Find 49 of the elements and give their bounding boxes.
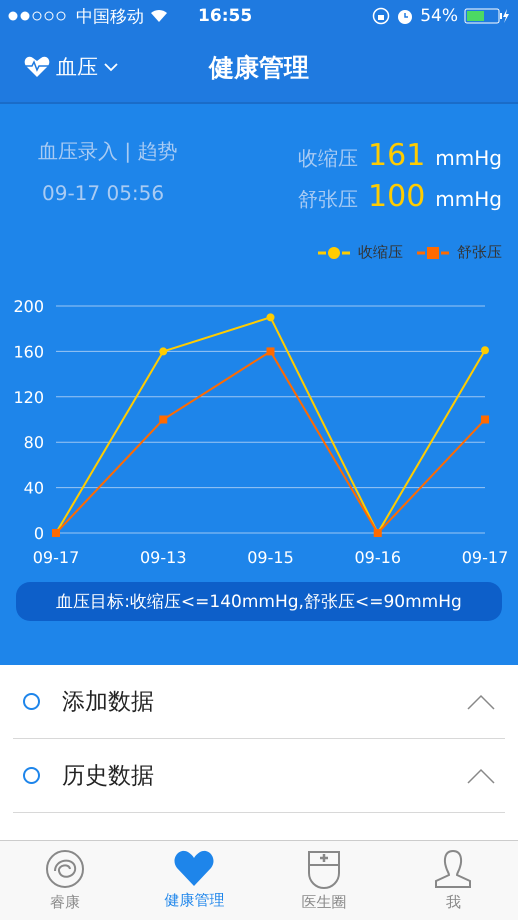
category-selector[interactable]: 血压 xyxy=(24,53,209,81)
axis-label: 200 xyxy=(13,297,44,316)
wifi-icon xyxy=(150,9,168,23)
circle-icon xyxy=(23,693,40,710)
alarm-clock-icon xyxy=(396,7,414,25)
heart-pulse-icon xyxy=(24,56,50,78)
axis-label: 09-16 xyxy=(354,548,401,567)
axis-label: 09-17 xyxy=(32,548,80,567)
swirl-icon xyxy=(44,849,85,889)
reading-label: 收缩压 xyxy=(298,145,358,172)
section-label: 添加数据 xyxy=(62,688,155,717)
tab-bar-item[interactable]: 健康管理 xyxy=(130,841,259,920)
chevron-down-icon xyxy=(104,62,118,72)
goal-banner: 血压目标:收缩压<=140mmHg,舒张压<=90mmHg xyxy=(16,582,502,621)
legend-label: 舒张压 xyxy=(457,243,502,262)
section-label: 历史数据 xyxy=(62,762,155,791)
tab-bar-item[interactable]: 睿康 xyxy=(0,841,130,920)
section-heading: 血压录入 | 趋势 xyxy=(38,138,178,165)
tab-bar-item[interactable]: 医生圈 xyxy=(259,841,388,920)
section-row[interactable]: 历史数据 xyxy=(13,739,505,813)
battery-percent: 54% xyxy=(420,6,458,26)
reading-value: 161 xyxy=(368,138,426,173)
legend-label: 收缩压 xyxy=(358,243,403,262)
axis-label: 120 xyxy=(13,388,44,407)
axis-label: 0 xyxy=(34,524,44,543)
reading-unit: mmHg xyxy=(435,187,502,211)
circle-icon xyxy=(23,767,40,784)
battery-charging-icon xyxy=(464,8,510,24)
section-row[interactable]: 添加数据 xyxy=(13,665,505,739)
axis-label: 09-13 xyxy=(140,548,186,567)
medical-kit-icon xyxy=(306,849,342,889)
reading-unit: mmHg xyxy=(435,146,502,170)
chevron-up-icon xyxy=(467,768,495,784)
axis-label: 40 xyxy=(24,478,44,498)
rotation-lock-icon xyxy=(372,7,390,25)
axis-label: 09-15 xyxy=(247,548,294,567)
reading-timestamp: 09-17 05:56 xyxy=(41,181,166,205)
reading-value: 100 xyxy=(368,179,426,214)
chevron-up-icon xyxy=(467,694,495,710)
heart-icon xyxy=(173,849,216,887)
carrier-name: 中国移动 xyxy=(76,6,144,28)
axis-label: 160 xyxy=(13,342,44,362)
axis-label: 80 xyxy=(24,433,44,452)
axis-label: 09-17 xyxy=(462,548,508,567)
page-title: 健康管理 xyxy=(209,52,309,84)
person-icon xyxy=(433,849,474,889)
tab-bar-item[interactable]: 我 xyxy=(388,841,518,920)
reading-label: 舒张压 xyxy=(298,186,358,213)
status-time: 16:55 xyxy=(197,6,254,26)
